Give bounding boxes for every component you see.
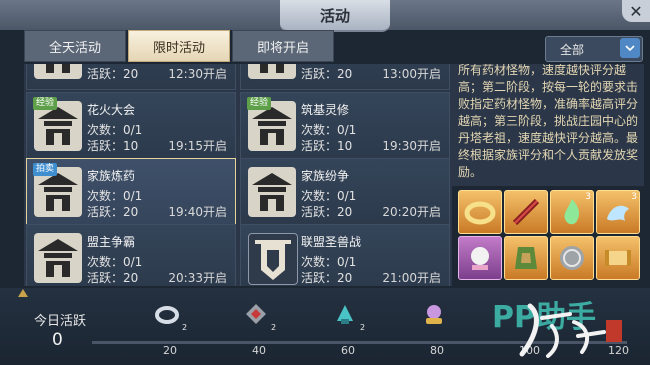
activity-name: 花火大会 [87, 103, 136, 117]
activity-start-time: 19:30开启 [382, 139, 441, 153]
reward-item[interactable]: 3 [550, 190, 594, 234]
activity-description-panel[interactable]: 所有药材怪物，速度越快评分越高；第二阶段，按每一轮的要求击败指定药材怪物，准确率… [452, 64, 644, 186]
activity-start-time: 21:00开启 [382, 271, 441, 285]
chevron-down-icon [620, 38, 640, 58]
filter-selected-value: 全部 [560, 43, 585, 57]
activity-active-points: 活跃：20 [87, 67, 139, 81]
activity-times: 次数：0/1 [87, 189, 143, 203]
activity-card[interactable]: 经验 筑基灵修 次数：0/1 活跃：10 19:30开启 [240, 92, 450, 162]
activity-active-points: 活跃：20 [301, 205, 353, 219]
activity-start-time: 19:40开启 [168, 205, 227, 219]
activity-name: 联盟圣兽战 [301, 235, 362, 249]
milestone-label: 60 [341, 344, 355, 357]
reward-grid: 3 3 [458, 190, 644, 282]
activity-times: 次数：0/1 [301, 255, 357, 269]
game-logo-calligraphy [519, 303, 622, 358]
activity-tabs: 全天活动 限时活动 即将开启 [24, 30, 624, 64]
reward-item[interactable] [596, 236, 640, 280]
gold-ring-icon [464, 201, 496, 225]
activity-name: 家族炼药 [87, 169, 136, 183]
auction-badge: 拍卖 [33, 163, 58, 176]
banner-shield-icon [248, 233, 298, 285]
blue-spirit-icon [607, 205, 629, 221]
tab-limited-time[interactable]: 限时活动 [128, 30, 230, 62]
tab-all-day[interactable]: 全天活动 [24, 30, 126, 62]
jade-token-icon [515, 247, 537, 269]
scroll-up-arrow-icon [18, 289, 28, 297]
reward-lock-count: 3 [631, 192, 637, 202]
chest-count: 2 [182, 323, 188, 332]
chest-count: 2 [271, 323, 277, 332]
filter-dropdown[interactable]: 全部 [545, 36, 643, 62]
milestone-chest-80[interactable] [420, 298, 448, 330]
milestone-label: 40 [252, 344, 266, 357]
activity-start-time: 19:15开启 [168, 139, 227, 153]
red-gem-icon [246, 304, 266, 324]
pavilion-icon [248, 64, 296, 79]
activity-times: 次数：0/1 [301, 189, 357, 203]
close-button[interactable]: ✕ [622, 0, 650, 22]
pavilion-icon [34, 233, 82, 283]
activity-times: 次数：0/1 [301, 123, 357, 137]
milestone-label: 80 [430, 344, 444, 357]
exp-badge: 经验 [247, 97, 272, 110]
close-icon: ✕ [629, 1, 643, 21]
milestone-chest-20[interactable] [153, 298, 181, 330]
activity-active-points: 活跃：20 [87, 205, 139, 219]
green-flame-icon [564, 199, 580, 225]
activity-start-time: 13:00开启 [382, 67, 441, 81]
reward-item[interactable]: 3 [596, 190, 640, 234]
activity-times: 次数：0/1 [87, 123, 143, 137]
reward-item[interactable] [504, 236, 548, 280]
activity-active-points: 活跃：10 [301, 139, 353, 153]
purple-orb-icon [426, 305, 442, 324]
silver-coin-icon [560, 246, 584, 270]
reward-item[interactable] [550, 236, 594, 280]
activity-name: 盟主争霸 [87, 235, 136, 249]
reward-item[interactable] [504, 190, 548, 234]
activity-list[interactable]: 活跃：20 12:30开启 活跃：20 13:00开启 经验 花火大会 次数：0… [24, 64, 452, 286]
pavilion-icon [248, 167, 296, 217]
reward-lock-count: 3 [585, 192, 591, 202]
activity-start-time: 20:33开启 [168, 271, 227, 285]
activity-start-time: 20:20开启 [382, 205, 441, 219]
window-title: 活动 [280, 0, 390, 32]
reward-item[interactable] [458, 236, 502, 280]
daily-activity-value: 0 [52, 330, 63, 350]
activity-card[interactable]: 盟主争霸 次数：0/1 活跃：20 20:33开启 [26, 224, 236, 286]
red-sword-icon [512, 198, 540, 226]
activity-name: 家族纷争 [301, 169, 350, 183]
activity-card[interactable]: 经验 花火大会 次数：0/1 活跃：10 19:15开启 [26, 92, 236, 162]
milestone-label: 20 [163, 344, 177, 357]
chest-count: 2 [360, 323, 366, 332]
activity-card[interactable]: 家族纷争 次数：0/1 活跃：20 20:20开启 [240, 158, 450, 228]
activity-active-points: 活跃：20 [301, 67, 353, 81]
activity-description: 所有药材怪物，速度越快评分越高；第二阶段，按每一轮的要求击败指定药材怪物，准确率… [458, 64, 639, 179]
silver-ring-icon [155, 306, 179, 324]
tab-upcoming[interactable]: 即将开启 [232, 30, 334, 62]
activity-start-time: 12:30开启 [168, 67, 227, 81]
activity-name: 筑基灵修 [301, 103, 350, 117]
pavilion-icon [34, 64, 82, 79]
milestone-chest-60[interactable] [331, 298, 359, 330]
activity-active-points: 活跃：20 [301, 271, 353, 285]
white-pearl-icon [471, 247, 489, 270]
activity-times: 次数：0/1 [87, 255, 143, 269]
cyan-artifact-icon [337, 305, 353, 324]
activity-active-points: 活跃：10 [87, 139, 139, 153]
activity-card[interactable]: 联盟圣兽战 次数：0/1 活跃：20 21:00开启 [240, 224, 450, 286]
gold-scroll-icon [605, 250, 631, 266]
activity-card[interactable]: 活跃：20 13:00开启 [240, 64, 450, 90]
milestone-chest-40[interactable] [242, 298, 270, 330]
exp-badge: 经验 [33, 97, 58, 110]
activity-card[interactable]: 活跃：20 12:30开启 [26, 64, 236, 90]
activity-active-points: 活跃：20 [87, 271, 139, 285]
activity-card-selected[interactable]: 拍卖 家族炼药 次数：0/1 活跃：20 19:40开启 [26, 158, 236, 228]
daily-activity-label: 今日活跃 [34, 314, 87, 329]
reward-item[interactable] [458, 190, 502, 234]
